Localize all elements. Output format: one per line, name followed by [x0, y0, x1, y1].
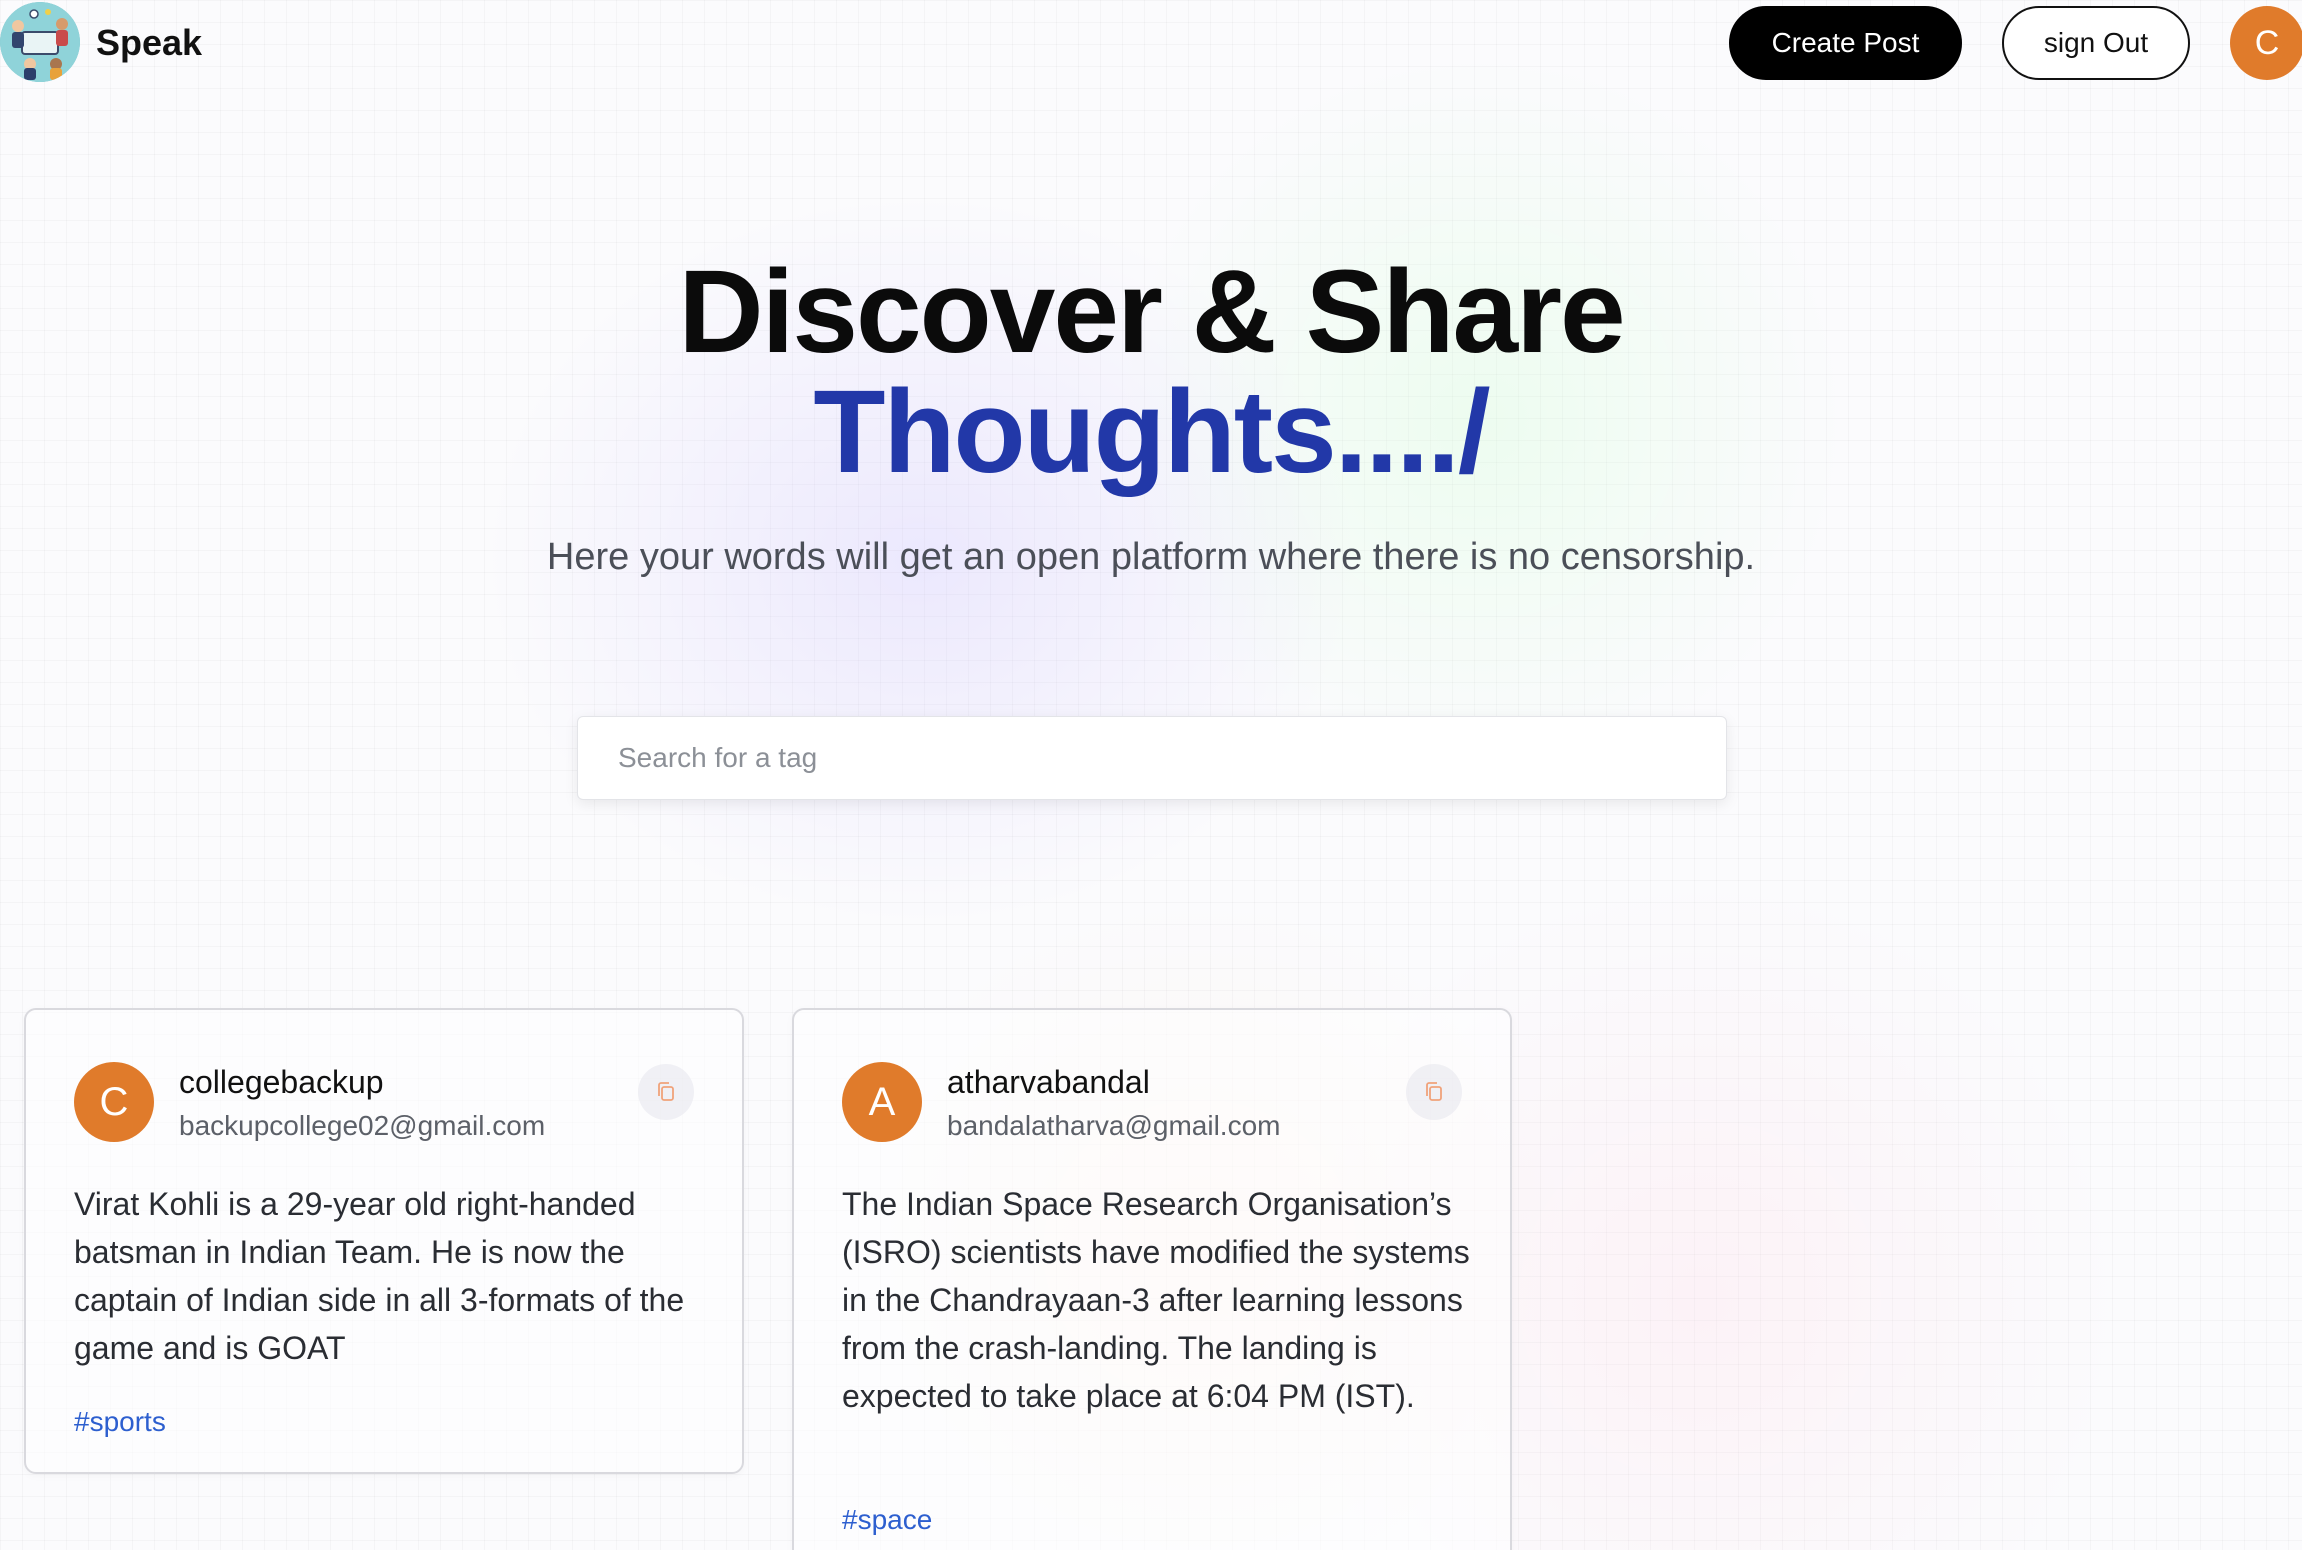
post-content: The Indian Space Research Organisation’s…	[842, 1186, 1470, 1414]
copy-button[interactable]	[638, 1064, 694, 1120]
copy-icon	[658, 1082, 674, 1101]
post-author-avatar[interactable]: C	[74, 1062, 154, 1142]
copy-button[interactable]	[1406, 1064, 1462, 1120]
post-tag-link[interactable]: #sports	[74, 1406, 166, 1438]
tag-search-input[interactable]	[577, 716, 1727, 800]
post-author-email: bandalatharva@gmail.com	[947, 1110, 1281, 1141]
brand-name[interactable]: Speak	[96, 22, 202, 64]
post-tag-link[interactable]: #space	[842, 1504, 932, 1536]
post-author-username[interactable]: collegebackup	[179, 1064, 384, 1101]
sign-out-button[interactable]: sign Out	[2002, 6, 2190, 80]
post-content: Virat Kohli is a 29-year old right-hande…	[74, 1186, 685, 1366]
post-author-email: backupcollege02@gmail.com	[179, 1110, 546, 1141]
create-post-button[interactable]: Create Post	[1729, 6, 1962, 80]
post-author-username[interactable]: atharvabandal	[947, 1064, 1150, 1101]
user-avatar[interactable]: C	[2230, 6, 2302, 80]
post-card: C collegebackup backupcollege02@gmail.co…	[24, 1008, 744, 1474]
post-card: A atharvabandal bandalatharva@gmail.com …	[792, 1008, 1512, 1550]
hero-title-highlight: Thoughts..../	[813, 366, 1490, 498]
hero-title: Discover & Share	[678, 246, 1625, 378]
top-nav: Speak Create Post sign Out C	[0, 0, 2302, 86]
copy-icon	[1426, 1082, 1442, 1101]
hero-subtitle: Here your words will get an open platfor…	[546, 536, 1756, 578]
logo-image[interactable]	[0, 2, 80, 82]
post-author-avatar[interactable]: A	[842, 1062, 922, 1142]
